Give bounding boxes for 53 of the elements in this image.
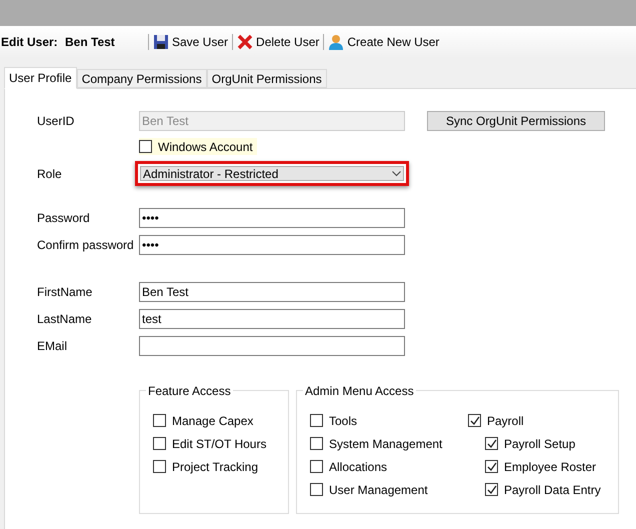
delete-x-icon [237, 34, 254, 50]
checkbox[interactable] [485, 460, 498, 473]
checkmark-icon [486, 484, 496, 494]
feature-checkbox[interactable]: Project Tracking [153, 458, 288, 475]
admin-checkbox[interactable]: Payroll Setup [485, 435, 605, 452]
sync-button[interactable]: Sync OrgUnit Permissions [427, 111, 605, 131]
checkbox[interactable] [310, 414, 323, 427]
checkmark-icon [470, 416, 480, 426]
field-label: Confirm password [37, 237, 135, 254]
checkbox[interactable] [153, 414, 166, 427]
field-label: EMail [37, 338, 68, 355]
edit-user-label: Edit User: [0, 34, 59, 51]
checkbox[interactable] [310, 460, 323, 473]
checkbox[interactable] [468, 414, 481, 427]
feature-checkbox[interactable]: Edit ST/OT Hours [153, 435, 288, 452]
chevron-down-icon [392, 170, 401, 176]
input-field[interactable]: test [139, 309, 405, 329]
checkmark-icon [486, 462, 496, 472]
input-field[interactable]: •••• [139, 208, 405, 228]
field-label: UserID [37, 113, 76, 130]
role-dropdown[interactable]: Administrator - Restricted [135, 161, 409, 186]
admin-checkbox[interactable]: User Management [310, 481, 468, 498]
admin-checkbox[interactable]: Tools [310, 412, 468, 429]
toolbar-button[interactable]: Save User [152, 33, 230, 51]
checkbox[interactable] [153, 437, 166, 450]
tab[interactable]: Company Permissions [76, 69, 207, 88]
checkbox[interactable] [310, 483, 323, 496]
checkbox[interactable] [153, 460, 166, 473]
tab[interactable]: OrgUnit Permissions [206, 69, 327, 88]
admin-checkbox[interactable]: System Management [310, 435, 468, 452]
tab[interactable]: User Profile [4, 67, 77, 89]
user-icon [328, 34, 344, 50]
field-label: Role [37, 166, 63, 182]
feature-checkbox[interactable]: Manage Capex [153, 412, 288, 429]
checkbox[interactable] [310, 437, 323, 450]
input-field[interactable]: Ben Test [139, 282, 405, 302]
input-field[interactable] [139, 336, 405, 356]
checkbox[interactable] [485, 437, 498, 450]
toolbar-button[interactable]: Create New User [327, 33, 440, 51]
admin-checkbox[interactable]: Payroll Data Entry [485, 481, 605, 498]
checkmark-icon [486, 438, 496, 448]
admin-checkbox[interactable]: Payroll [468, 412, 605, 429]
windows-account-checkbox[interactable]: Windows Account [139, 138, 257, 155]
input-field[interactable]: •••• [139, 235, 405, 255]
checkbox[interactable] [139, 140, 152, 153]
field-label: LastName [37, 311, 93, 328]
admin-checkbox[interactable]: Employee Roster [485, 458, 605, 475]
user-name: Ben Test [65, 34, 116, 51]
field-label: Password [37, 210, 91, 227]
field-label: FirstName [37, 284, 94, 301]
checkbox[interactable] [485, 483, 498, 496]
admin-checkbox[interactable]: Allocations [310, 458, 468, 475]
toolbar-button[interactable]: Delete User [236, 33, 320, 51]
